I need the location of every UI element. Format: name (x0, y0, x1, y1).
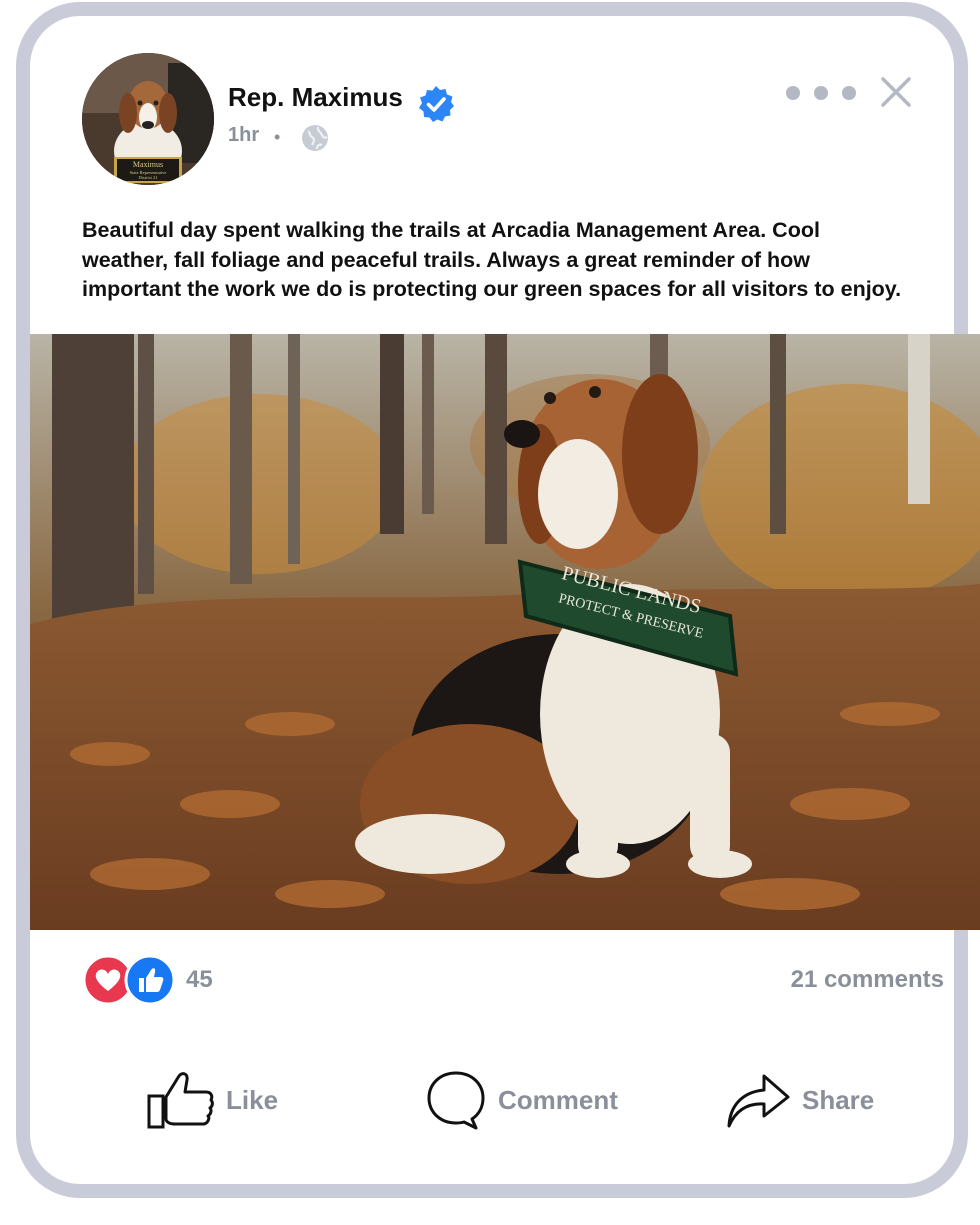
comments-count[interactable]: 21 comments (791, 966, 944, 994)
more-dot (842, 86, 856, 100)
share-button-label: Share (802, 1084, 875, 1115)
close-icon[interactable] (878, 74, 914, 110)
author-name[interactable]: Rep. Maximus (228, 82, 403, 113)
avatar-plaque-name: Maximus (133, 160, 163, 169)
comment-button[interactable]: Comment (426, 1066, 618, 1134)
like-button[interactable]: Like (146, 1066, 278, 1134)
post-card: Maximus State Representative District 21… (16, 2, 980, 1198)
more-dot (814, 86, 828, 100)
photo-image: PUBLIC LANDS PROTECT & PRESERVE (30, 334, 980, 930)
reaction-icons[interactable] (82, 954, 182, 1006)
reactions-count[interactable]: 45 (186, 966, 213, 994)
more-options-icon[interactable] (786, 83, 860, 103)
meta-separator: • (274, 127, 281, 147)
comment-bubble-icon (427, 1071, 485, 1130)
avatar-image: Maximus State Representative District 21 (82, 53, 214, 185)
thumbs-up-icon (147, 1072, 214, 1129)
post-text: Beautiful day spent walking the trails a… (82, 218, 902, 301)
comment-button-label: Comment (498, 1084, 618, 1115)
share-button[interactable]: Share (726, 1066, 874, 1134)
like-button-label: Like (226, 1084, 279, 1115)
author-avatar[interactable]: Maximus State Representative District 21 (82, 53, 214, 185)
more-dot (786, 86, 800, 100)
verified-badge-icon (419, 86, 454, 122)
globe-icon (302, 125, 328, 151)
avatar-plaque-district: District 21 (138, 175, 157, 180)
post-time[interactable]: 1hr (228, 124, 259, 147)
share-arrow-icon (727, 1074, 790, 1128)
post-photo[interactable]: PUBLIC LANDS PROTECT & PRESERVE (30, 334, 980, 930)
